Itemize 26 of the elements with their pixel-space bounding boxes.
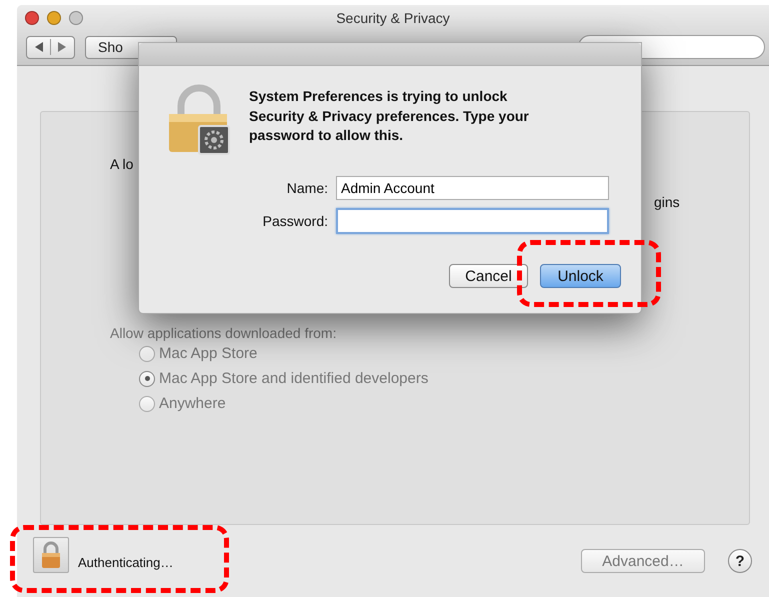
advanced-button[interactable]: Advanced… — [581, 549, 705, 573]
forward-icon[interactable] — [56, 41, 68, 53]
minimize-button[interactable] — [47, 11, 61, 25]
back-icon[interactable] — [33, 41, 45, 53]
field-label: Password: — [262, 213, 328, 229]
input-field[interactable]: Admin Account — [336, 176, 609, 200]
radio-label: Mac App Store — [159, 345, 258, 362]
lock-icon — [40, 541, 62, 569]
back-forward-control[interactable] — [26, 36, 75, 58]
window-title: Security & Privacy — [336, 10, 450, 26]
radio-label: Anywhere — [159, 395, 226, 412]
description-text: A lo — [110, 156, 134, 172]
option-text: gins — [654, 194, 681, 210]
field-label: Name: — [286, 180, 328, 196]
lock-icon — [167, 84, 231, 156]
section-label: Allow applications downloaded from: — [110, 325, 338, 341]
close-button[interactable] — [25, 11, 39, 25]
cancel-button[interactable]: Cancel — [449, 264, 528, 288]
input-field[interactable] — [336, 208, 609, 234]
help-button[interactable]: ? — [728, 549, 752, 573]
radio-label: Mac App Store and identified developers — [159, 370, 428, 387]
dialog-message: System Preferences is trying to unlock Security & Privacy preferences. Type your password to allow this. — [249, 87, 530, 145]
status-text: Authenticating… — [78, 554, 174, 570]
zoom-button[interactable] — [69, 11, 83, 25]
lock-button[interactable] — [33, 537, 69, 573]
unlock-button[interactable]: Unlock — [540, 264, 621, 288]
